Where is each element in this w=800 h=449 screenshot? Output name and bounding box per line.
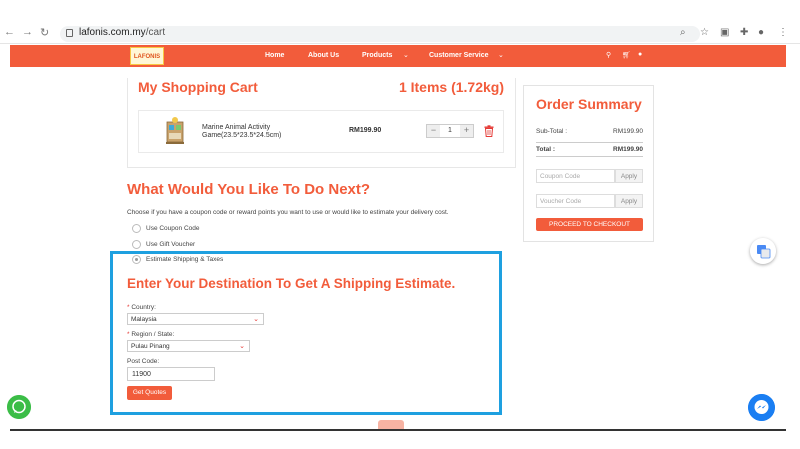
nav-about-us[interactable]: About Us: [308, 52, 339, 59]
total-label: Total :: [536, 146, 556, 153]
postcode-label: Post Code:: [127, 358, 160, 365]
decrease-quantity-button[interactable]: −: [427, 125, 440, 137]
subtotal-label: Sub-Total :: [536, 128, 568, 135]
cart-icon[interactable]: 🛒︎: [622, 51, 631, 59]
browser-toolbar: ← → ↻ lafonis.com.my/cart ⌕ ☆ ▣ ✚ ● ⋮: [0, 24, 800, 44]
trash-icon[interactable]: [484, 125, 494, 137]
chevron-down-icon: ⌄: [239, 343, 245, 350]
next-steps-title: What Would You Like To Do Next?: [127, 181, 371, 198]
total-value: RM199.90: [613, 146, 643, 153]
chevron-down-icon: ⌄: [253, 316, 259, 323]
cart-count: 1 Items (1.72kg): [398, 79, 504, 95]
page-bottom-edge: [10, 429, 786, 431]
apply-voucher-button[interactable]: Apply: [615, 194, 643, 208]
divider: [536, 142, 643, 143]
proceed-to-checkout-button[interactable]: PROCEED TO CHECKOUT: [536, 218, 643, 231]
cart-title: My Shopping Cart: [138, 79, 258, 95]
radio-use-coupon[interactable]: [132, 224, 141, 233]
forward-icon[interactable]: →: [22, 26, 33, 38]
nav-home[interactable]: Home: [265, 52, 284, 59]
subtotal-value: RM199.90: [613, 128, 643, 135]
page: ← → ↻ lafonis.com.my/cart ⌕ ☆ ▣ ✚ ● ⋮ LA…: [0, 0, 800, 449]
site-header: LAFONIS Home About Us Products ⌄ Custome…: [10, 45, 786, 67]
scroll-to-top-button[interactable]: [378, 420, 404, 429]
apply-coupon-button[interactable]: Apply: [615, 169, 643, 183]
radio-use-gift-voucher[interactable]: [132, 240, 141, 249]
region-label-text: Region / State:: [131, 331, 175, 338]
region-label: * Region / State:: [127, 331, 174, 338]
quantity-stepper: − 1 +: [426, 124, 474, 138]
zoom-icon[interactable]: ⌕: [680, 27, 686, 38]
divider: [536, 156, 643, 157]
region-value: Pulau Pinang: [131, 343, 170, 350]
postcode-input[interactable]: 11900: [127, 367, 215, 381]
back-icon[interactable]: ←: [4, 26, 15, 38]
nav-customer-service[interactable]: Customer Service: [429, 52, 489, 59]
search-icon[interactable]: ⚲: [606, 51, 611, 59]
country-value: Malaysia: [131, 316, 157, 323]
product-name[interactable]: Marine Animal Activity Game(23.5*23.5*24…: [202, 124, 302, 140]
whatsapp-icon[interactable]: [7, 395, 31, 419]
site-logo[interactable]: LAFONIS: [130, 47, 164, 65]
extension-icon[interactable]: ▣: [720, 27, 729, 38]
puzzle-icon[interactable]: ✚: [740, 27, 748, 38]
messenger-icon[interactable]: [748, 394, 775, 421]
next-steps-description: Choose if you have a coupon code or rewa…: [127, 209, 449, 216]
translate-icon[interactable]: [750, 238, 776, 264]
required-mark: *: [127, 331, 130, 338]
country-label-text: Country:: [131, 304, 156, 311]
product-price: RM199.90: [349, 127, 382, 134]
required-mark: *: [127, 304, 130, 311]
lock-icon: [66, 29, 73, 37]
product-image[interactable]: [164, 116, 186, 146]
order-summary-title: Order Summary: [536, 96, 642, 112]
voucher-code-input[interactable]: Voucher Code: [536, 194, 615, 208]
shipping-estimate-title: Enter Your Destination To Get A Shipping…: [127, 276, 456, 291]
region-select[interactable]: Pulau Pinang ⌄: [127, 340, 250, 352]
nav-products[interactable]: Products: [362, 52, 392, 59]
coupon-code-input[interactable]: Coupon Code: [536, 169, 615, 183]
user-icon[interactable]: ●: [638, 51, 642, 58]
star-icon[interactable]: ☆: [700, 27, 709, 38]
get-quotes-button[interactable]: Get Quotes: [127, 386, 172, 400]
quantity-input[interactable]: 1: [440, 125, 460, 137]
chevron-down-icon: ⌄: [498, 52, 504, 59]
chevron-down-icon: ⌄: [403, 52, 409, 59]
radio-label-gift-voucher[interactable]: Use Gift Voucher: [146, 241, 195, 248]
increase-quantity-button[interactable]: +: [460, 125, 473, 137]
more-icon[interactable]: ⋮: [778, 27, 788, 38]
radio-label-coupon[interactable]: Use Coupon Code: [146, 225, 199, 232]
country-label: * Country:: [127, 304, 156, 311]
profile-icon[interactable]: ●: [758, 27, 764, 38]
reload-icon[interactable]: ↻: [40, 26, 49, 39]
country-select[interactable]: Malaysia ⌄: [127, 313, 264, 325]
url-text[interactable]: lafonis.com.my/cart: [79, 27, 165, 38]
